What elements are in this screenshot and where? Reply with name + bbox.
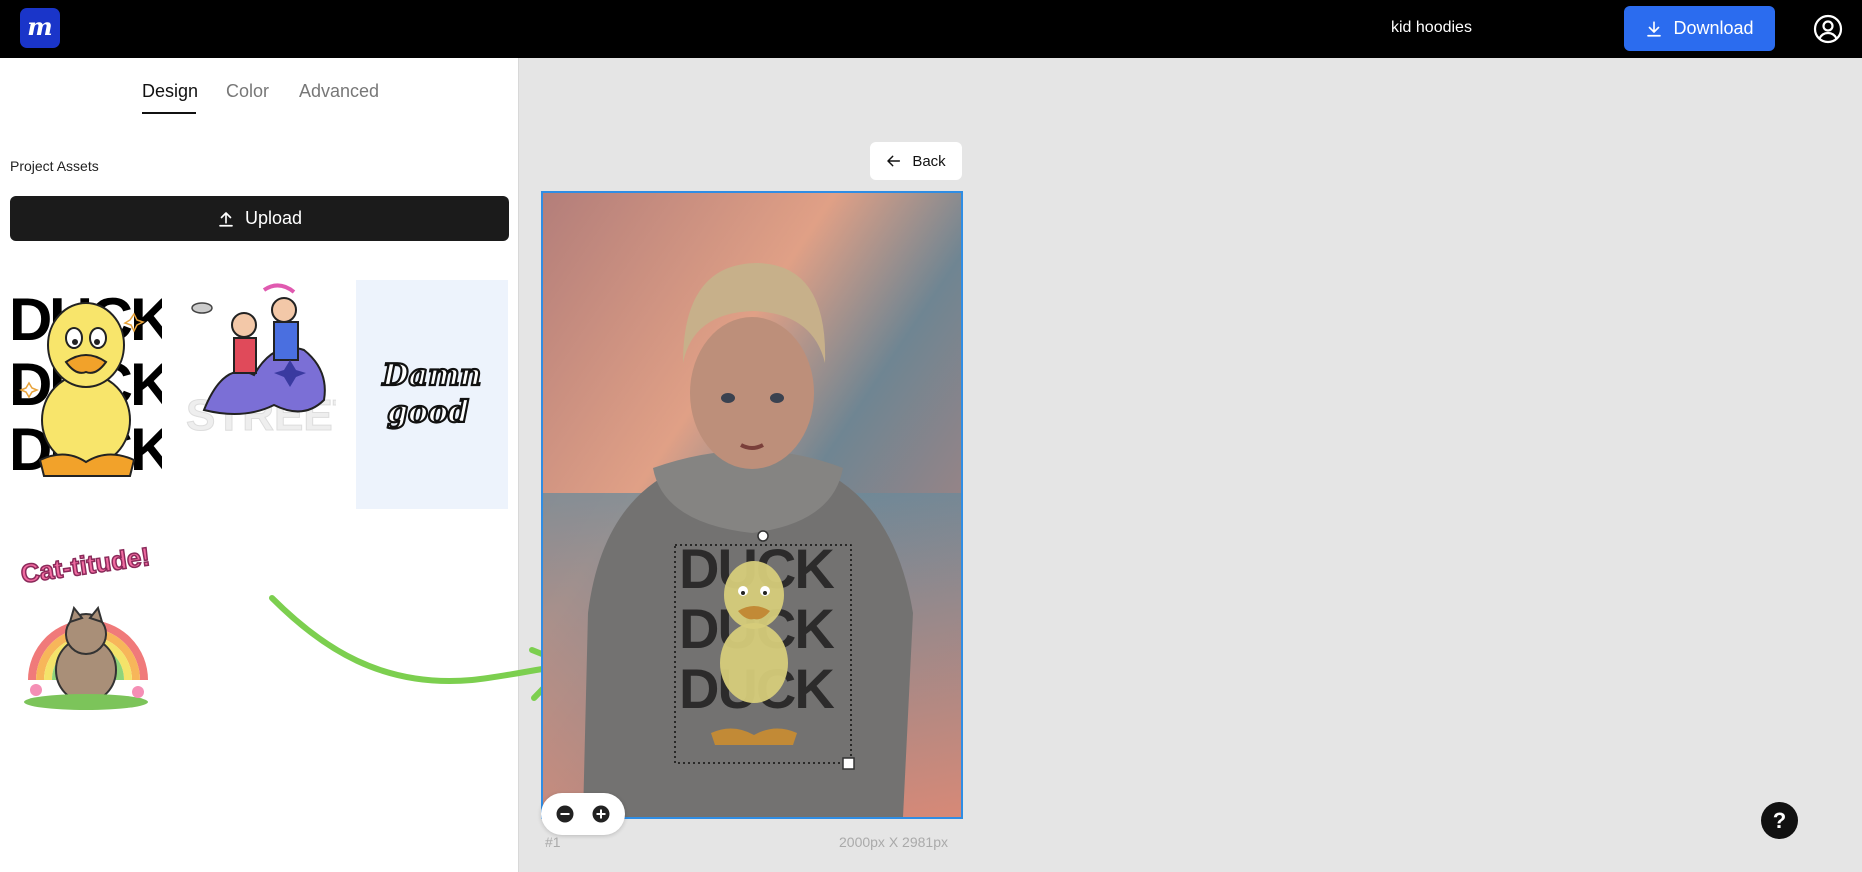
upload-icon xyxy=(219,211,233,227)
design-canvas[interactable]: DUCK DUCK DUCK xyxy=(541,191,963,819)
logo-letter: m xyxy=(27,11,53,41)
asset-damn-good-design[interactable]: Damn good xyxy=(356,280,508,509)
back-button[interactable]: Back xyxy=(870,142,962,180)
app-logo[interactable]: m xyxy=(20,8,60,48)
project-title[interactable]: kid hoodies xyxy=(1391,19,1472,37)
curved-arrow-icon xyxy=(269,595,570,701)
top-bar: m kid hoodies Download xyxy=(0,0,1862,58)
cat-titude-text: Cat-titude! xyxy=(19,541,152,589)
download-label: Download xyxy=(1673,18,1754,38)
left-sidebar: Design Color Advanced Project Assets Upl… xyxy=(0,58,570,872)
asset-duck-design[interactable]: DUCK DUCK DUCK xyxy=(10,280,162,480)
sidebar-tabs: Design Color Advanced xyxy=(0,58,519,118)
download-icon xyxy=(1647,20,1662,37)
zoom-in-icon[interactable] xyxy=(591,804,611,824)
active-tab-indicator xyxy=(142,112,196,114)
zoom-out-icon[interactable] xyxy=(555,804,575,824)
canvas-dimensions: 2000px X 2981px xyxy=(839,834,948,850)
tab-advanced[interactable]: Advanced xyxy=(299,81,379,102)
rotate-handle[interactable] xyxy=(757,530,769,542)
duck-design-thumbnail: DUCK DUCK DUCK xyxy=(10,286,162,480)
tab-color[interactable]: Color xyxy=(226,81,269,102)
cat-titude-design-thumbnail: Cat-titude! xyxy=(18,540,153,710)
account-icon[interactable] xyxy=(1813,14,1843,44)
upload-label: Upload xyxy=(244,208,303,228)
back-label: Back xyxy=(912,152,946,170)
project-assets-heading: Project Assets xyxy=(10,158,99,174)
download-button[interactable]: Download xyxy=(1624,6,1775,51)
asset-cat-titude-design[interactable]: Cat-titude! xyxy=(10,530,162,710)
street-design-thumbnail: STREET xyxy=(186,283,336,440)
page-number: #1 xyxy=(545,834,561,850)
zoom-controls xyxy=(541,793,625,835)
resize-handle[interactable] xyxy=(842,757,855,770)
good-text: good xyxy=(387,395,469,430)
mockup-photo: DUCK DUCK DUCK xyxy=(543,193,961,817)
asset-street-design[interactable]: STREET xyxy=(184,280,336,440)
damn-good-design-thumbnail: Damn good xyxy=(380,357,482,431)
upload-button[interactable]: Upload xyxy=(10,196,509,241)
arrow-left-icon xyxy=(887,155,901,167)
help-button[interactable]: ? xyxy=(1761,802,1798,839)
damn-text: Damn xyxy=(381,358,481,393)
tab-design[interactable]: Design xyxy=(142,81,198,102)
